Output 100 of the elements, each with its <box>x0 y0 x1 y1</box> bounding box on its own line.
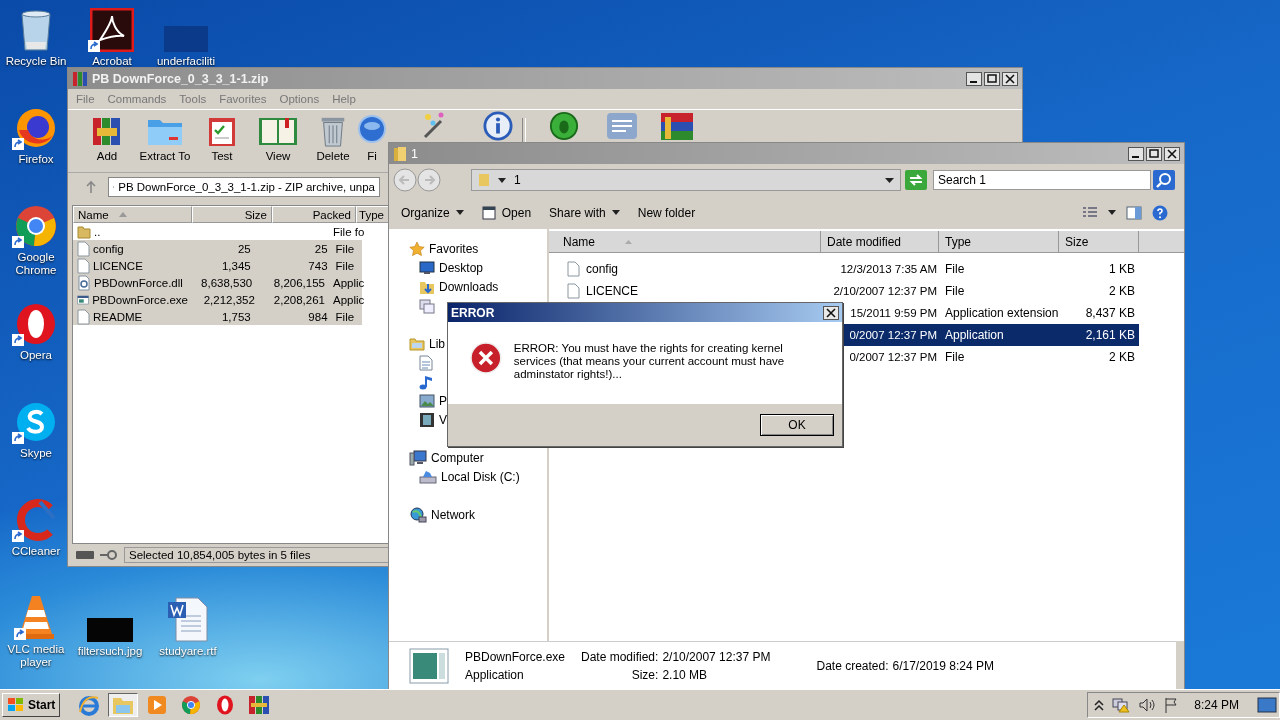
close-icon[interactable] <box>1164 146 1180 161</box>
file-row[interactable]: PBDownForce.exe 2,212,352 2,208,261 Applic <box>73 291 362 308</box>
address-bar[interactable]: 1 <box>471 169 901 191</box>
desktop-icon-label[interactable]: Acrobat <box>92 55 132 68</box>
fox-globe-icon <box>14 106 58 150</box>
nav-item[interactable]: Computer <box>431 450 484 465</box>
path-field[interactable]: PB DownForce_0_3_3_1-1.zip - ZIP archive, unpa <box>108 177 380 197</box>
caret-icon[interactable] <box>1108 210 1116 215</box>
book-stack-icon <box>659 111 695 141</box>
file-type: File <box>335 310 355 323</box>
desktop-icon-label[interactable]: underfaciliti <box>156 55 216 68</box>
window-title: PB DownForce_0_3_3_1-1.zip <box>92 71 269 86</box>
internet-explorer-icon[interactable] <box>78 694 101 716</box>
toolbar-button[interactable]: Test <box>198 110 246 166</box>
column-header[interactable]: Size <box>1059 231 1139 253</box>
network-warning-icon[interactable] <box>1112 697 1131 713</box>
desktop-icon-label[interactable]: Firefox <box>18 153 54 166</box>
file-row[interactable]: .. File fo <box>73 223 362 240</box>
folder-icon <box>478 173 490 187</box>
command-button[interactable]: Open <box>475 203 538 222</box>
column-header[interactable]: Packed <box>272 206 356 223</box>
file-name: PBDownForce.exe <box>92 293 188 306</box>
file-type: File fo <box>333 225 365 238</box>
nav-item[interactable]: V <box>439 412 447 427</box>
file-size: 2 KB <box>1109 284 1135 298</box>
desktop-icon-label[interactable]: Google Chrome <box>3 251 69 277</box>
command-button[interactable]: Share with <box>543 203 626 222</box>
command-button[interactable]: Organize <box>395 203 470 222</box>
nav-item[interactable]: Local Disk (C:) <box>441 469 520 484</box>
date-modified: 12/3/2013 7:35 AM <box>840 263 937 275</box>
star-icon <box>409 240 425 257</box>
minimize-icon[interactable] <box>966 71 982 86</box>
file-row[interactable]: LICENCE 2/10/2007 12:37 PM File 2 KB <box>553 280 1139 302</box>
search-icon[interactable] <box>1153 170 1175 190</box>
desktop-icon-label[interactable]: Opera <box>20 349 52 362</box>
clock[interactable]: 8:24 PM <box>1194 698 1239 712</box>
toolbar-button[interactable]: Extract To <box>132 110 198 166</box>
file-name: PBDownForce.exe <box>465 649 565 664</box>
file-icon <box>77 308 90 325</box>
close-icon[interactable] <box>823 305 839 320</box>
nav-item[interactable]: P <box>439 393 447 408</box>
caret-icon <box>455 210 464 215</box>
minimize-icon[interactable] <box>1128 146 1144 161</box>
play-icon[interactable] <box>147 695 168 715</box>
file-row[interactable]: config 12/3/2013 7:35 AM File 1 KB <box>553 258 1139 280</box>
nav-item[interactable]: Desktop <box>439 260 484 275</box>
ok-button[interactable]: OK <box>760 414 834 436</box>
file-size: 1,753 <box>221 310 251 323</box>
speaker-icon[interactable] <box>1138 697 1157 713</box>
ccleaner-icon <box>14 498 58 542</box>
detail-label: Size: <box>630 667 659 682</box>
recent-places-icon <box>419 297 435 314</box>
file-type: File <box>945 284 965 298</box>
toolbar-button[interactable]: Delete <box>310 110 356 166</box>
nav-item[interactable]: Network <box>431 507 475 522</box>
folder-icon <box>77 224 91 239</box>
file-size: 2,212,352 <box>203 293 255 306</box>
view-list-icon[interactable] <box>1082 205 1098 220</box>
desktop-icon-label[interactable]: Recycle Bin <box>5 55 67 68</box>
start-button[interactable]: Start <box>2 693 61 717</box>
nav-item[interactable]: Lib <box>429 336 445 351</box>
blank-file-icon <box>164 26 208 52</box>
window-icon <box>481 205 496 220</box>
sort-arrow-icon <box>625 239 632 244</box>
toolbar-button[interactable]: Add <box>82 110 132 166</box>
search-field[interactable]: Search 1 <box>933 170 1151 190</box>
desktop-icon-label[interactable]: Skype <box>20 447 52 460</box>
command-button[interactable]: New folder <box>631 203 702 222</box>
show-hidden-icon[interactable] <box>1094 699 1105 711</box>
books-icon <box>91 115 123 147</box>
nav-item[interactable]: Favorites <box>429 241 479 256</box>
file-row[interactable]: LICENCE 1,345 743 File <box>73 257 362 274</box>
folder-icon <box>393 145 407 162</box>
column-header[interactable]: Size <box>192 206 272 223</box>
maximize-icon[interactable] <box>1146 146 1162 161</box>
opera-icon[interactable] <box>216 695 235 715</box>
file-row[interactable]: config 25 25 File <box>73 240 362 257</box>
column-header[interactable]: Type <box>939 231 1059 253</box>
column-header[interactable]: Name <box>549 231 821 253</box>
document-icon <box>419 354 433 371</box>
flag-icon[interactable] <box>1164 697 1179 713</box>
chrome-icon[interactable] <box>181 695 202 715</box>
packed-size: 2,208,261 <box>273 293 325 306</box>
toolbar-button[interactable]: View <box>246 110 310 166</box>
close-icon[interactable] <box>1002 71 1018 86</box>
column-header[interactable]: Date modified <box>821 231 939 253</box>
help-icon[interactable] <box>1152 204 1168 221</box>
toolbar-button[interactable]: Fi <box>356 110 388 166</box>
column-header[interactable]: Name <box>73 206 192 223</box>
packed-size: 743 <box>308 259 328 272</box>
desktop-icon-label[interactable]: CCleaner <box>11 545 61 558</box>
file-name: config <box>93 242 124 255</box>
maximize-icon[interactable] <box>984 71 1000 86</box>
nav-item[interactable]: Downloads <box>439 279 499 294</box>
file-row[interactable]: PBDownForce.dll 8,638,530 8,206,155 Applic <box>73 274 362 291</box>
refresh-icon[interactable] <box>905 170 927 190</box>
preview-pane-icon[interactable] <box>1126 205 1142 220</box>
file-type: Application extension <box>945 306 1059 320</box>
pdf-reader-icon <box>90 8 134 52</box>
file-row[interactable]: README 1,753 984 File <box>73 308 362 325</box>
